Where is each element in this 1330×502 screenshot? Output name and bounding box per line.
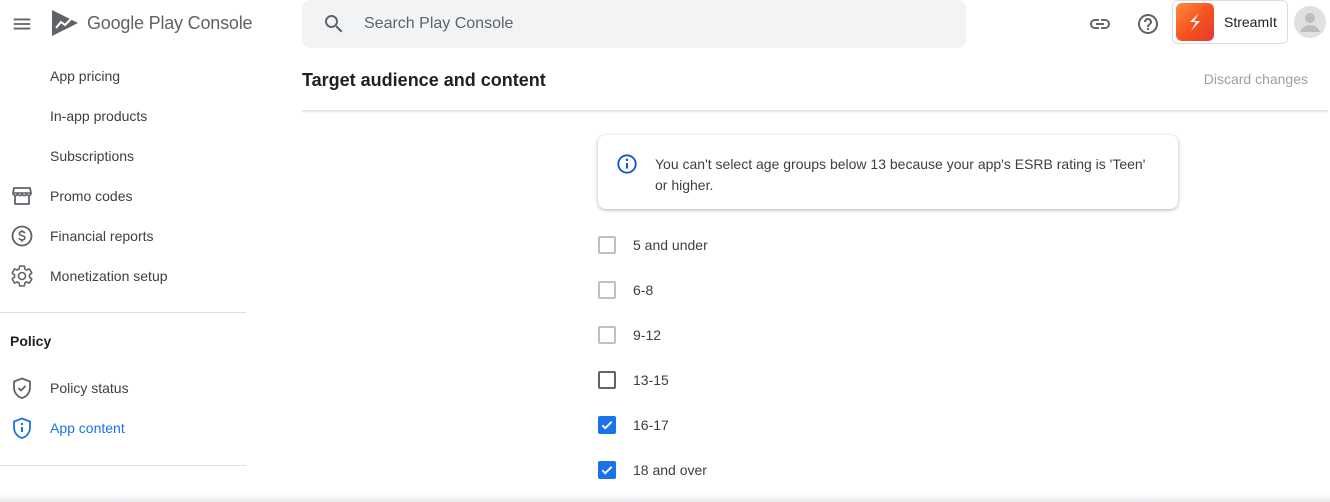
age-group-6-8[interactable]: 6-8 (598, 278, 653, 302)
age-group-9-12[interactable]: 9-12 (598, 323, 661, 347)
menu-icon[interactable] (8, 10, 36, 38)
checkbox-label: 9-12 (633, 327, 662, 343)
checkbox-label: 6-8 (633, 282, 654, 298)
page-title: Target audience and content (302, 70, 546, 90)
play-console-page: Google Play Console StreamIt App pricing… (0, 0, 1330, 502)
search-icon (325, 15, 343, 33)
google-play-console-logo[interactable]: Google Play Console (50, 8, 253, 38)
checkmark-icon (601, 421, 613, 430)
gear-icon (11, 265, 33, 287)
checkbox-label: 13-15 (633, 372, 669, 388)
checkbox[interactable] (598, 281, 616, 299)
app-name: StreamIt (1224, 14, 1277, 30)
age-group-18-and-over[interactable]: 18 and over (598, 458, 707, 482)
sidebar-section-title: Policy (10, 333, 52, 349)
sidebar-item-subscriptions[interactable]: Subscriptions (0, 136, 246, 176)
shield-check-icon (13, 377, 31, 399)
checkbox-label: 5 and under (633, 237, 708, 253)
age-group-5-and-under[interactable]: 5 and under (598, 233, 708, 257)
sidebar-item-policy-status[interactable]: Policy status (0, 368, 246, 408)
sidebar-item-financial-reports[interactable]: Financial reports (0, 216, 246, 256)
dollar-circle-icon (11, 225, 33, 247)
sidebar-divider (0, 465, 246, 466)
logo-text: Google Play Console (87, 12, 253, 33)
sidebar-divider (0, 312, 246, 313)
search-bar[interactable] (302, 0, 966, 48)
info-banner: You can't select age groups below 13 bec… (598, 135, 1178, 209)
sidebar-item-label: In-app products (50, 108, 148, 124)
sidebar-item-app-content[interactable]: App content (0, 408, 246, 448)
sidebar-item-label: App content (50, 420, 125, 436)
checkbox[interactable] (598, 236, 616, 254)
checkmark-icon (601, 466, 613, 475)
checkbox-checked[interactable] (598, 461, 616, 479)
sidebar-item-label: App pricing (50, 68, 121, 84)
sidebar-item-label: Monetization setup (50, 268, 168, 284)
search-input[interactable] (364, 15, 924, 33)
age-group-16-17[interactable]: 16-17 (598, 413, 669, 437)
help-icon[interactable] (1136, 12, 1160, 36)
checkbox[interactable] (598, 326, 616, 344)
account-avatar[interactable] (1294, 6, 1326, 38)
sidebar-item-label: Policy status (50, 380, 129, 396)
info-icon (617, 154, 637, 174)
streamit-app-icon (1176, 3, 1214, 41)
sidebar-item-label: Subscriptions (50, 148, 135, 164)
sidebar-item-label: Promo codes (50, 188, 133, 204)
sidebar-item-label: Financial reports (50, 228, 154, 244)
checkbox-label: 18 and over (633, 462, 707, 478)
checkbox-label: 16-17 (633, 417, 669, 433)
checkbox[interactable] (598, 371, 616, 389)
age-group-13-15[interactable]: 13-15 (598, 368, 669, 392)
sidebar-item-promo-codes[interactable]: Promo codes (0, 176, 246, 216)
discard-changes-button[interactable]: Discard changes (1204, 71, 1308, 87)
play-console-logo-icon (52, 10, 78, 36)
app-selector[interactable]: StreamIt (1172, 0, 1288, 44)
sidebar-item-monetization-setup[interactable]: Monetization setup (0, 256, 246, 296)
sidebar-item-in-app-products[interactable]: In-app products (0, 96, 246, 136)
header-divider (302, 110, 1328, 114)
storefront-icon (12, 187, 32, 205)
link-icon[interactable] (1088, 12, 1112, 36)
shield-info-icon (13, 417, 31, 439)
sidebar: App pricing In-app products Subscription… (0, 56, 246, 502)
bottom-shadow (0, 494, 1330, 502)
checkbox-checked[interactable] (598, 416, 616, 434)
info-banner-text: You can't select age groups below 13 bec… (655, 156, 1146, 193)
sidebar-item-app-pricing[interactable]: App pricing (0, 56, 246, 96)
